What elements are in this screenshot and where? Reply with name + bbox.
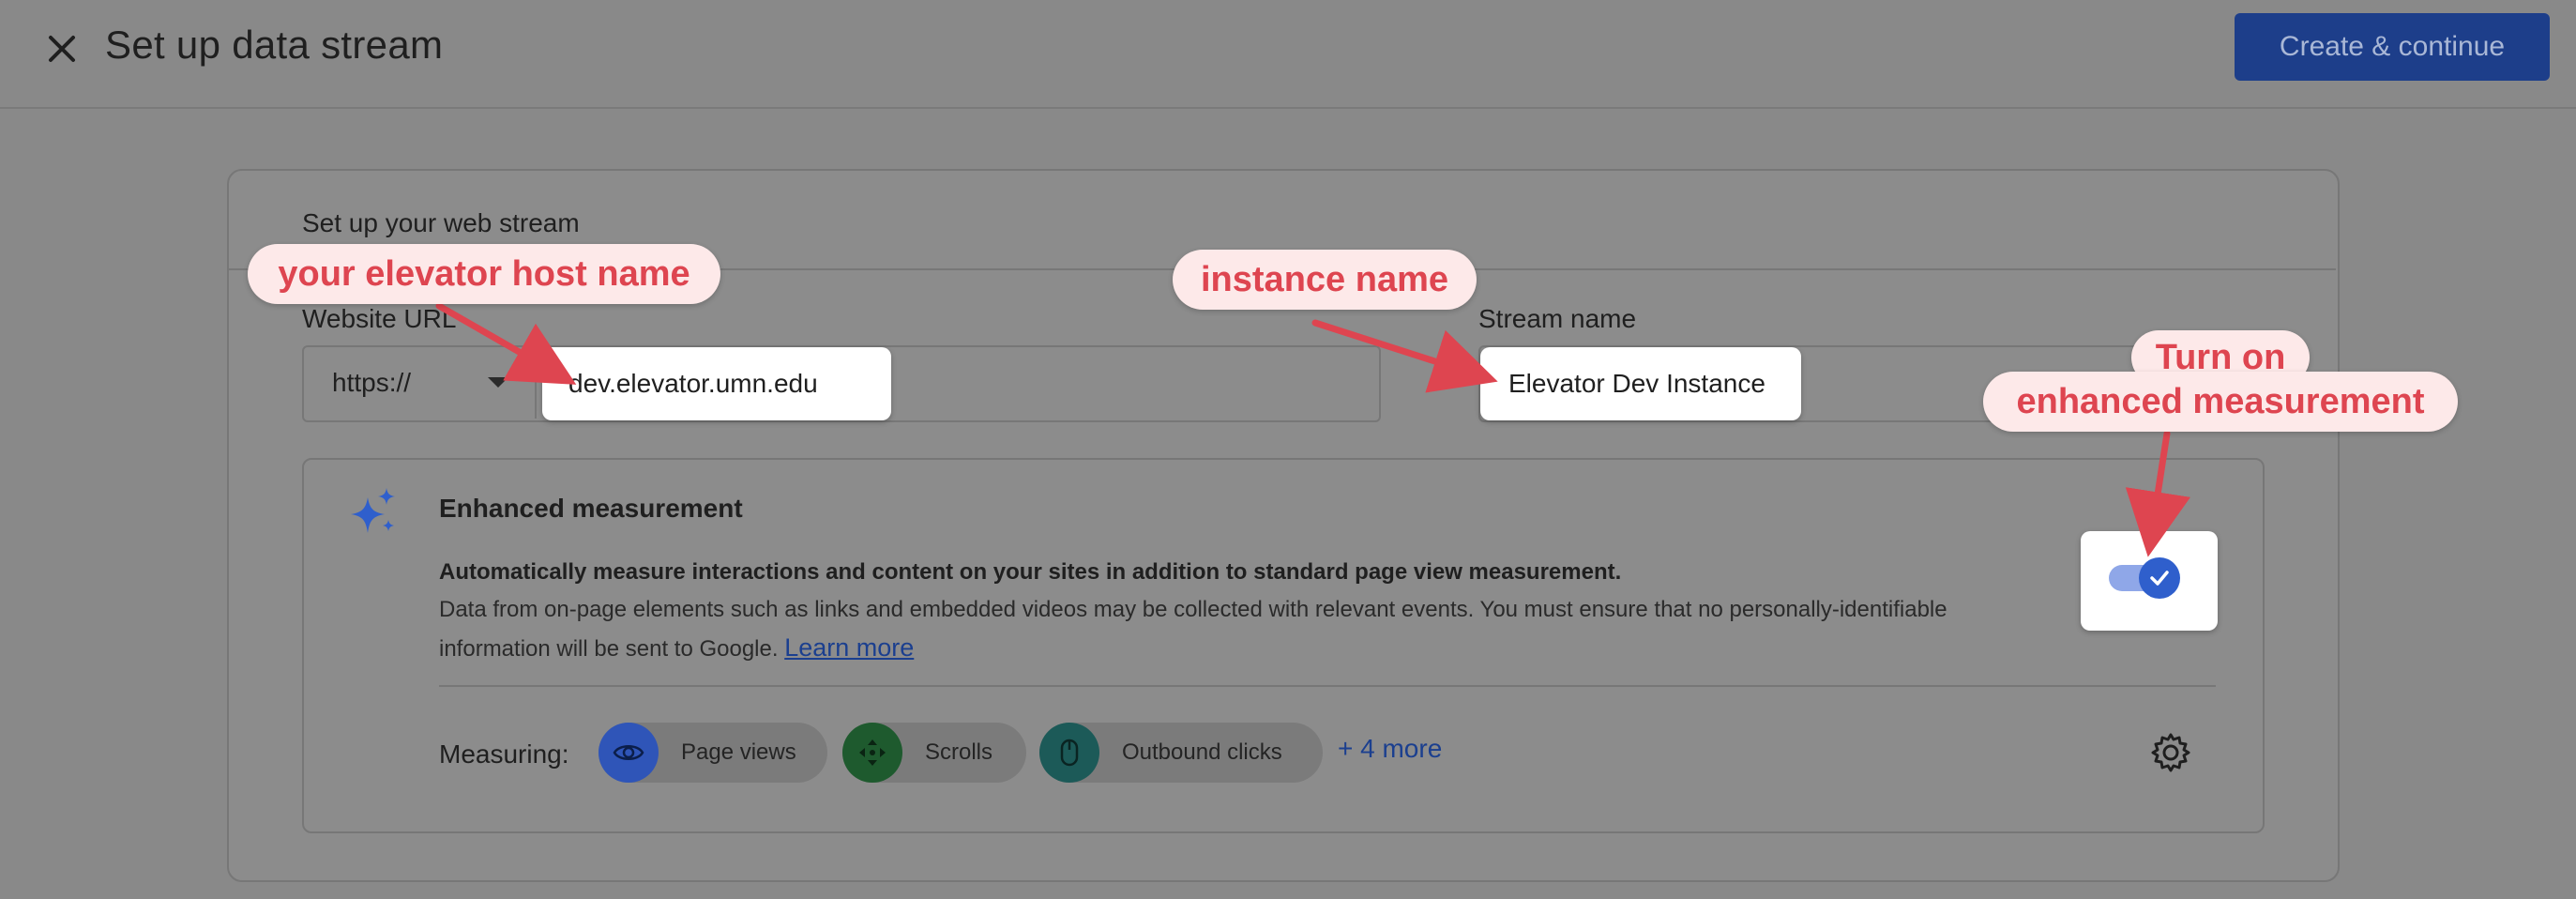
enhanced-measurement-title: Enhanced measurement [439,494,743,523]
chip-scrolls: Scrolls [842,723,1026,783]
chip-label: Page views [681,739,796,765]
protocol-divider [535,347,537,419]
chip-outbound-clicks: Outbound clicks [1039,723,1323,783]
card-title: Set up your web stream [302,208,580,237]
chevron-down-icon[interactable] [488,377,508,388]
page-title: Set up data stream [105,23,444,67]
create-continue-button[interactable]: Create & continue [2235,13,2550,81]
stream-name-input[interactable]: Elevator Dev Instance [1480,347,1801,420]
chip-page-views: Page views [599,723,827,783]
mouse-icon [1039,723,1099,783]
eye-icon [599,723,659,783]
toggle-knob[interactable] [2139,557,2180,599]
description-text: Data from on-page elements such as links… [439,597,1947,662]
annotation-instance-name: instance name [1173,250,1477,310]
scroll-icon [842,723,902,783]
enhanced-measurement-description: Data from on-page elements such as links… [439,591,2053,668]
annotation-enhanced-measurement: enhanced measurement [1983,372,2458,432]
check-icon [2150,571,2169,586]
measuring-label: Measuring: [439,739,569,769]
website-url-label: Website URL [302,304,457,333]
learn-more-link[interactable]: Learn more [784,633,914,662]
protocol-select[interactable]: https:// [332,368,411,398]
close-icon[interactable] [38,24,86,73]
sparkle-icon [347,486,400,539]
stream-name-label: Stream name [1478,304,1637,333]
annotation-host-name: your elevator host name [248,244,720,304]
chip-label: Outbound clicks [1122,739,1282,765]
gear-icon[interactable] [2148,730,2193,775]
website-url-input[interactable]: dev.elevator.umn.edu [542,347,891,420]
chip-label: Scrolls [925,739,993,765]
enhanced-measurement-summary: Automatically measure interactions and c… [439,559,1622,585]
panel-divider [439,685,2216,687]
more-events-link[interactable]: + 4 more [1338,734,1442,764]
